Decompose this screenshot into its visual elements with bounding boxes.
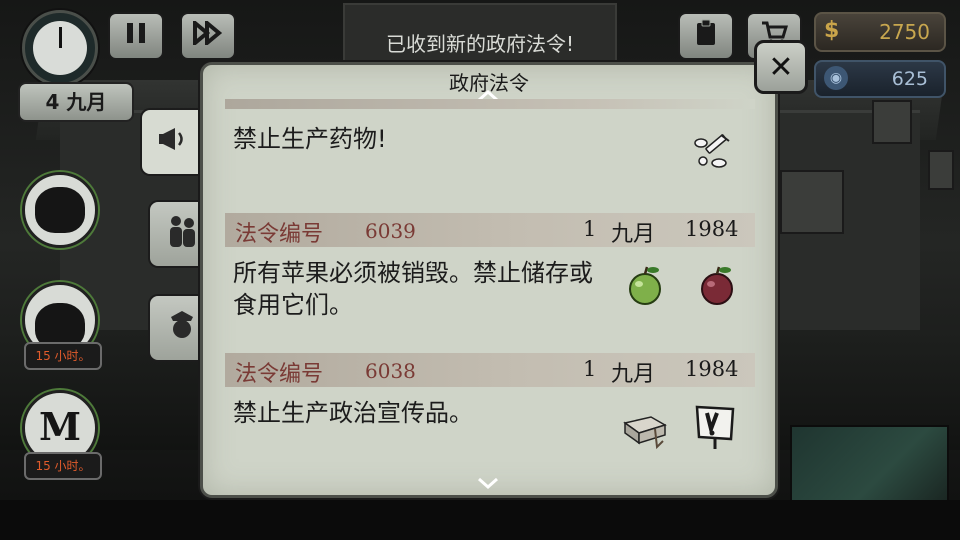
decree-text: 所有苹果必须被销毁。禁止储存或食用它们。 [233,259,593,319]
decree-month: 九月 [611,222,656,247]
warning-sign-icon [693,403,737,449]
pause-button[interactable] [108,12,164,60]
decree-list[interactable]: 禁止生产药物! 法令编号 6039 1 九月 1984 所有苹果必须被销毁。禁止… [225,99,755,479]
decree-header: 法令编号 6039 1 九月 1984 [225,213,755,247]
fast-forward-button[interactable] [180,12,236,60]
people-icon [165,213,199,256]
green-apple-icon [623,263,667,307]
decree-item: 禁止生产药物! [225,109,755,189]
fast-forward-icon [193,18,223,51]
reputation-value: 625 [891,68,928,90]
background-window [780,170,844,234]
reputation-counter: ◉ 625 [814,60,946,98]
scroll-down-button[interactable] [477,474,499,493]
megaphone-icon [157,122,191,163]
medicine-icon [691,131,735,175]
decree-label: 法令编号 [235,222,324,247]
red-apple-icon [695,263,739,307]
character-portrait-1[interactable] [22,172,98,248]
propaganda-bundle-icon [621,407,667,451]
dollar-icon: $ [824,18,840,43]
background-room-view [790,425,949,504]
close-button[interactable]: ✕ [754,40,808,94]
pause-icon [125,21,147,51]
date-display: 4 九月 [18,82,134,122]
notification-banner: 已收到新的政府法令! [343,3,617,63]
clipboard-button[interactable] [678,12,734,60]
reputation-icon: ◉ [824,66,848,90]
decree-item: 法令编号 6039 1 九月 1984 所有苹果必须被销毁。禁止储存或食用它们。 [225,213,755,343]
character-timer: 15 小时。 [24,342,102,370]
character-timer: 15 小时。 [24,452,102,480]
clipboard-icon [694,19,718,53]
decrees-panel: 政府法令 禁止生产药物! 法令编号 6039 1 九月 1984 所有苹果必须被… [200,62,778,498]
decree-label: 法令编号 [235,362,324,387]
money-counter: $ 2750 [814,12,946,52]
tab-decrees[interactable] [140,108,206,176]
money-value: 2750 [879,20,930,44]
decree-number: 6039 [365,219,416,243]
decree-header-cut [225,99,755,109]
decree-day: 1 [583,217,597,241]
decree-text: 禁止生产政治宣传品。 [233,399,473,427]
background-window [928,150,954,190]
decree-number: 6038 [365,359,416,383]
decree-year: 1984 [685,217,739,241]
decree-day: 1 [583,357,597,381]
close-icon: ✕ [768,49,794,85]
background-window [872,100,912,144]
decree-header: 法令编号 6038 1 九月 1984 [225,353,755,387]
officer-icon [165,307,199,350]
decree-item: 法令编号 6038 1 九月 1984 禁止生产政治宣传品。 [225,353,755,463]
decree-year: 1984 [685,357,739,381]
bottom-bar [0,500,960,540]
clock-icon [22,10,98,86]
decree-text: 禁止生产药物! [233,125,387,153]
decree-month: 九月 [611,362,656,387]
